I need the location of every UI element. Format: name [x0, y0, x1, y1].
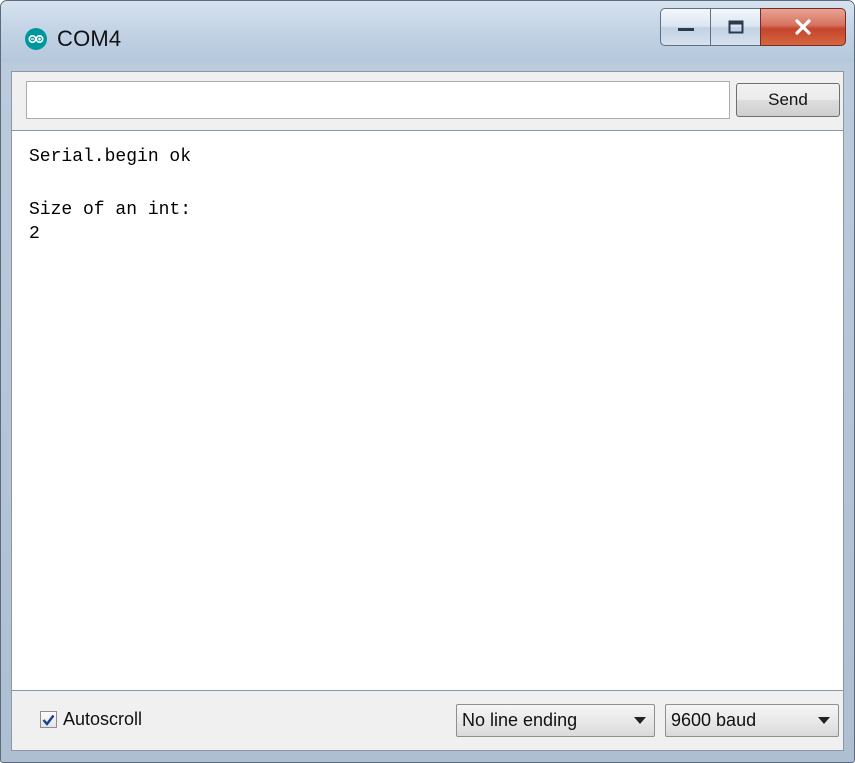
baud-rate-value: 9600 baud [671, 710, 757, 730]
close-button[interactable] [760, 8, 846, 46]
minimize-button[interactable] [660, 8, 710, 46]
status-bar: Autoscroll No line ending 9600 baud [11, 690, 844, 751]
send-button[interactable]: Send [736, 83, 840, 117]
autoscroll-label: Autoscroll [63, 709, 143, 729]
output-line: Serial.begin ok [29, 147, 192, 167]
title-bar[interactable]: COM4 [1, 1, 854, 63]
window-controls [660, 8, 846, 46]
window-title: COM4 [57, 26, 122, 51]
line-ending-select[interactable]: No line ending [456, 704, 655, 737]
input-row: Send [11, 71, 844, 131]
chevron-down-icon [818, 717, 830, 724]
serial-input[interactable] [26, 81, 730, 119]
output-line: 2 [29, 224, 40, 244]
serial-output[interactable]: Serial.begin ok Size of an int: 2 [11, 131, 844, 690]
chevron-down-icon [634, 717, 646, 724]
output-line: Size of an int: [29, 200, 192, 220]
baud-rate-select[interactable]: 9600 baud [665, 704, 839, 737]
minimize-icon [677, 28, 694, 31]
arduino-infinity-icon [25, 28, 47, 50]
autoscroll-checkbox[interactable] [40, 711, 57, 728]
autoscroll-control[interactable]: Autoscroll [40, 709, 142, 730]
maximize-button[interactable] [710, 8, 760, 46]
maximize-icon [728, 20, 743, 34]
serial-monitor-window: COM4 Send Serial.begin ok Size of an int… [0, 0, 855, 763]
close-icon [795, 19, 811, 35]
line-ending-value: No line ending [462, 710, 578, 730]
checkmark-icon [42, 714, 55, 726]
